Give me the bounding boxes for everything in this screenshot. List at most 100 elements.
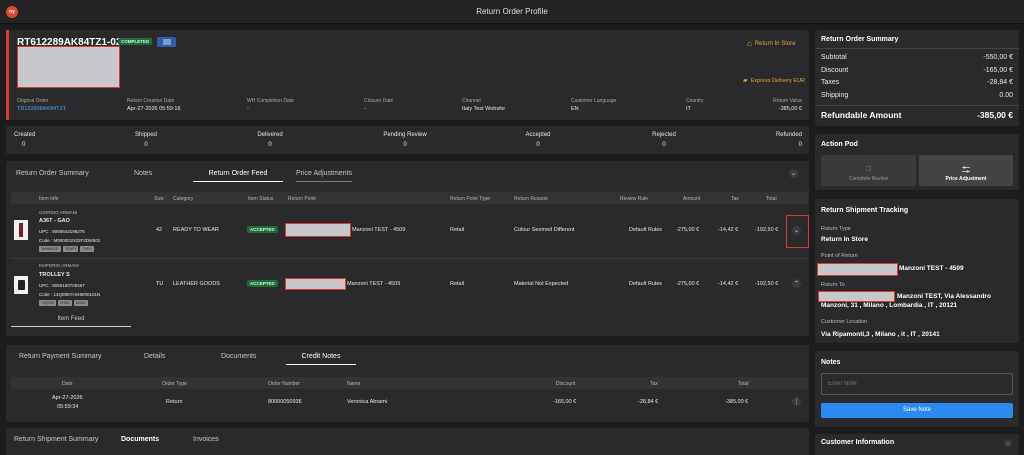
collapse-button[interactable]: ⌄ xyxy=(789,169,798,178)
column-header: Total xyxy=(738,381,749,387)
item-brand: EMPORIO ARMANI xyxy=(39,263,79,268)
payment-time: 05:59:34 xyxy=(57,404,79,410)
collapse-row-button[interactable]: ⌃ xyxy=(792,279,801,288)
tab-details[interactable]: Details xyxy=(144,353,165,360)
tab-return-order-summary[interactable]: Return Order Summary xyxy=(16,170,89,177)
tab-documents[interactable]: Documents xyxy=(221,353,256,360)
payment-order-type: Return xyxy=(166,399,183,405)
payment-name: Veronica Abrami xyxy=(347,399,388,405)
stat-value: 0 xyxy=(403,142,407,148)
note-input[interactable] xyxy=(821,373,1013,395)
return-point-type: Retail xyxy=(450,281,465,287)
info-value: - xyxy=(247,106,249,112)
complete-review-button[interactable]: ☐ Complete Review xyxy=(821,155,916,186)
menu-button[interactable] xyxy=(157,37,176,47)
stat-value: 0 xyxy=(536,142,540,148)
divider xyxy=(815,105,1019,106)
item-chip: 3MHNK0ZL xyxy=(39,246,62,252)
payment-total: -385,00 € xyxy=(725,399,749,405)
item-status-badge: ACCEPTED xyxy=(247,280,278,287)
summary-title: Return Order Summary xyxy=(821,36,899,43)
customer-location-value: Via Ripamonti,3 , Milano , it , IT , 201… xyxy=(821,331,940,338)
info-label: Country xyxy=(686,98,704,104)
summary-value: -28,84 € xyxy=(987,79,1013,86)
return-to-value-cont: Manzoni, 31 , Milano , Lombardia , IT , … xyxy=(821,302,958,309)
tab-invoices[interactable]: Invoices xyxy=(193,436,219,443)
column-header: Amount xyxy=(683,196,701,202)
column-header: Total xyxy=(766,196,777,202)
save-note-button[interactable]: Save Note xyxy=(821,403,1013,418)
return-to-value: Manzoni TEST, Via Alessandro xyxy=(897,293,991,300)
customer-info-expand[interactable]: ⌄ xyxy=(1004,439,1012,447)
notes-title: Notes xyxy=(821,359,841,366)
status-badge: COMPLETED xyxy=(118,38,153,45)
review-rule: Default Rules xyxy=(629,281,663,287)
stat-value: 0 xyxy=(144,142,148,148)
stats-panel xyxy=(6,126,809,154)
item-code: Code : M000001N22F2D9/501 xyxy=(39,238,101,243)
tab-return-shipment-summary[interactable]: Return Shipment Summary xyxy=(14,436,98,443)
store-icon: ⌂ xyxy=(747,39,752,48)
item-chip: 8X052 xyxy=(73,300,88,306)
column-header: Discount xyxy=(556,381,576,387)
more-vertical-icon: ⋮ xyxy=(793,399,800,405)
column-header: Item Info xyxy=(39,196,59,202)
column-header: Date xyxy=(62,381,73,387)
return-feed-panel xyxy=(6,161,809,336)
column-header: Item Status xyxy=(248,196,274,202)
return-point: Manzoni TEST - 4509 xyxy=(347,281,401,287)
status-accent-bar xyxy=(6,30,9,120)
item-status-badge: ACCEPTED xyxy=(247,226,278,233)
summary-label: Discount xyxy=(821,67,849,74)
refundable-label: Refundable Amount xyxy=(821,110,902,120)
item-chip: TEAP3 xyxy=(63,246,79,252)
chevron-down-icon: ⌄ xyxy=(1005,440,1011,446)
tab-credit-notes[interactable]: Credit Notes xyxy=(286,353,356,365)
delivery-method: ▰ Express Delivery EUR xyxy=(743,77,806,85)
customer-location-label: Customer Location xyxy=(821,319,868,325)
column-header: Return Point Type xyxy=(450,196,490,202)
info-label: WH Completion Date xyxy=(247,98,294,104)
item-name: TROLLEY S xyxy=(39,272,70,278)
point-of-return-label: Point of Return xyxy=(821,253,858,259)
tab-price-adjustments[interactable]: Price Adjustments xyxy=(296,170,353,182)
tab-notes[interactable]: Notes xyxy=(134,170,152,177)
return-point: Manzoni TEST - 4509 xyxy=(352,227,406,233)
tab-item-feed[interactable]: Item Feed xyxy=(11,316,131,327)
expand-row-button[interactable]: ⌄ xyxy=(792,226,801,235)
original-order-link[interactable]: TR122898AK84TZ1 xyxy=(17,106,66,112)
payment-discount: -165,00 € xyxy=(553,399,577,405)
tab-shipment-documents[interactable]: Documents xyxy=(121,436,159,443)
checklist-icon: ☐ xyxy=(865,166,872,173)
redacted-field xyxy=(285,278,346,290)
summary-value: -165,00 € xyxy=(983,67,1013,74)
customer-info-title: Customer Information xyxy=(821,439,895,446)
summary-label: Taxes xyxy=(821,79,840,86)
column-header: Category xyxy=(173,196,194,202)
item-category: LEATHER GOODS xyxy=(173,281,220,287)
tab-return-payment-summary[interactable]: Return Payment Summary xyxy=(19,353,101,360)
return-point-type: Retail xyxy=(450,227,465,233)
payment-order-number: 80000050936 xyxy=(268,399,302,405)
amount: -275,00 € xyxy=(676,227,700,233)
payment-tax: -28,84 € xyxy=(638,399,659,405)
tab-return-order-feed[interactable]: Return Order Feed xyxy=(193,170,283,182)
list-icon xyxy=(162,39,171,45)
column-header: Order Type xyxy=(162,381,187,387)
stat-label: Accepted xyxy=(525,132,551,138)
divider xyxy=(815,48,1019,49)
chevron-up-icon: ⌃ xyxy=(793,281,800,287)
return-reason: Material Not Expected xyxy=(514,281,569,287)
info-label: Return Creation Date xyxy=(127,98,175,104)
return-type-value: Return In Store xyxy=(821,236,868,243)
price-adjustment-button[interactable]: Price Adjustment xyxy=(919,155,1013,186)
stat-value: 0 xyxy=(268,142,272,148)
payment-table-header xyxy=(11,377,808,389)
total: -192,50 € xyxy=(755,227,779,233)
column-header: Name xyxy=(347,381,361,387)
row-divider xyxy=(11,258,808,259)
info-value: EN xyxy=(571,106,579,112)
info-label: Closure Date xyxy=(364,98,394,104)
row-actions-button[interactable]: ⋮ xyxy=(792,397,801,406)
item-chips: 3MHNK0ZL TEAP3 TSEK xyxy=(39,246,96,252)
